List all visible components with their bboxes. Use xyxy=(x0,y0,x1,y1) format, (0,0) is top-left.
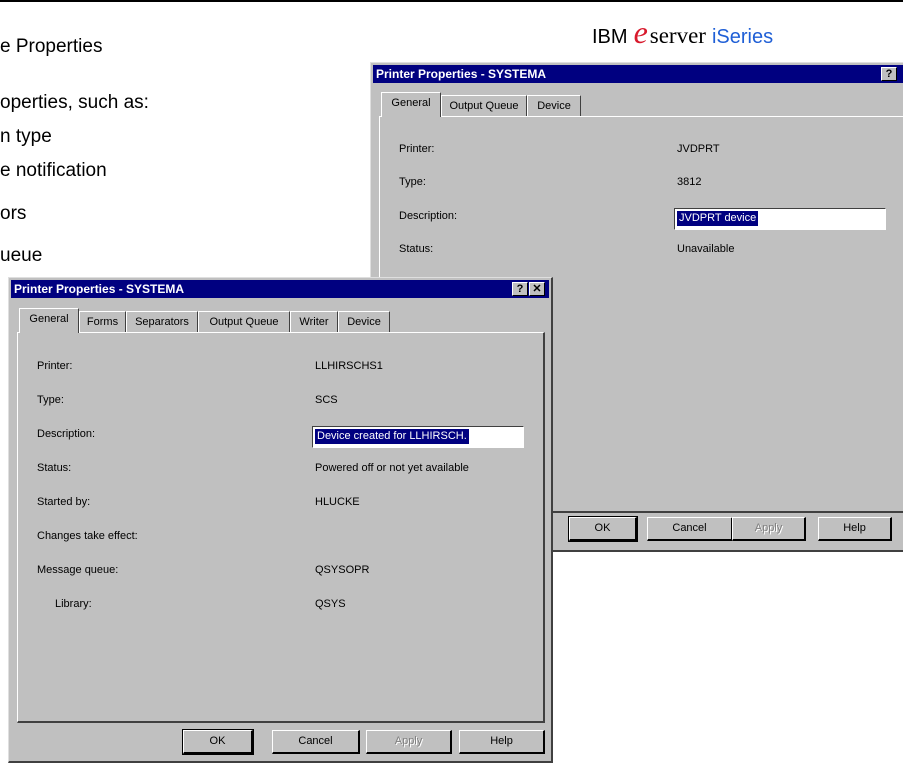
type-label: Type: xyxy=(37,394,64,406)
started-by-label: Started by: xyxy=(37,496,91,508)
description-input-value: Device created for LLHIRSCH. xyxy=(315,429,469,444)
type-value: SCS xyxy=(315,394,338,406)
dialog-title-bar[interactable]: Printer Properties - SYSTEMA ? ✕ xyxy=(11,280,549,298)
slide-bullet: e notification xyxy=(0,160,107,181)
tab-separators[interactable]: Separators xyxy=(126,311,198,333)
dialog-title-bar[interactable]: Printer Properties - SYSTEMA ? xyxy=(373,65,903,83)
description-label: Description: xyxy=(37,428,96,440)
started-by-value: HLUCKE xyxy=(315,496,360,508)
slide-heading: e Properties xyxy=(0,36,103,57)
description-input[interactable]: JVDPRT device xyxy=(674,208,886,230)
slide-bullet: ors xyxy=(0,203,27,224)
description-label: Description: xyxy=(399,210,458,222)
logo-ibm: IBM xyxy=(592,26,628,48)
printer-properties-dialog-front: Printer Properties - SYSTEMA ? ✕ General… xyxy=(8,277,553,763)
status-label: Status: xyxy=(399,243,434,255)
tab-writer[interactable]: Writer xyxy=(290,311,338,333)
tab-panel: Printer: LLHIRSCHS1 Type: SCS Descriptio… xyxy=(17,332,545,723)
library-value: QSYS xyxy=(315,598,346,610)
slide-bullet: operties, such as: xyxy=(0,92,149,113)
tab-output-queue[interactable]: Output Queue xyxy=(198,311,290,333)
apply-button[interactable]: Apply xyxy=(366,730,452,754)
dialog-title: Printer Properties - SYSTEMA xyxy=(14,282,185,296)
help-icon[interactable]: ? xyxy=(881,67,897,81)
printer-label: Printer: xyxy=(37,360,73,372)
slide-bullet: n type xyxy=(0,126,52,147)
ok-button[interactable]: OK xyxy=(568,516,638,542)
help-button[interactable]: Help xyxy=(818,517,892,541)
status-label: Status: xyxy=(37,462,72,474)
type-value: 3812 xyxy=(677,176,702,188)
printer-value: JVDPRT xyxy=(677,143,720,155)
dialog-title: Printer Properties - SYSTEMA xyxy=(376,67,547,81)
status-value: Unavailable xyxy=(677,243,735,255)
message-queue-label: Message queue: xyxy=(37,564,119,576)
logo-iseries: iSeries xyxy=(711,26,774,48)
tab-device[interactable]: Device xyxy=(338,311,390,333)
tab-general[interactable]: General xyxy=(19,308,79,333)
close-icon[interactable]: ✕ xyxy=(529,282,545,296)
ok-button[interactable]: OK xyxy=(182,729,254,755)
tab-forms[interactable]: Forms xyxy=(79,311,126,333)
status-value: Powered off or not yet available xyxy=(315,462,469,474)
library-label: Library: xyxy=(55,598,92,610)
printer-label: Printer: xyxy=(399,143,435,155)
ibm-eserver-iseries-logo: IBM e server iSeries xyxy=(592,16,773,52)
help-icon[interactable]: ? xyxy=(512,282,528,296)
printer-value: LLHIRSCHS1 xyxy=(315,360,383,372)
logo-server: server xyxy=(649,23,706,48)
tab-general[interactable]: General xyxy=(381,92,441,117)
description-input-value: JVDPRT device xyxy=(677,211,759,226)
apply-button[interactable]: Apply xyxy=(732,517,806,541)
tab-device[interactable]: Device xyxy=(527,95,581,117)
header-rule xyxy=(0,0,903,2)
description-input[interactable]: Device created for LLHIRSCH. xyxy=(312,426,524,448)
type-label: Type: xyxy=(399,176,426,188)
logo-e: e xyxy=(633,14,648,50)
cancel-button[interactable]: Cancel xyxy=(272,730,360,754)
tab-output-queue[interactable]: Output Queue xyxy=(441,95,527,117)
slide-bullet: ueue xyxy=(0,245,43,266)
help-button[interactable]: Help xyxy=(459,730,545,754)
cancel-button[interactable]: Cancel xyxy=(647,517,733,541)
message-queue-value: QSYSOPR xyxy=(315,564,370,576)
changes-take-effect-label: Changes take effect: xyxy=(37,530,138,542)
